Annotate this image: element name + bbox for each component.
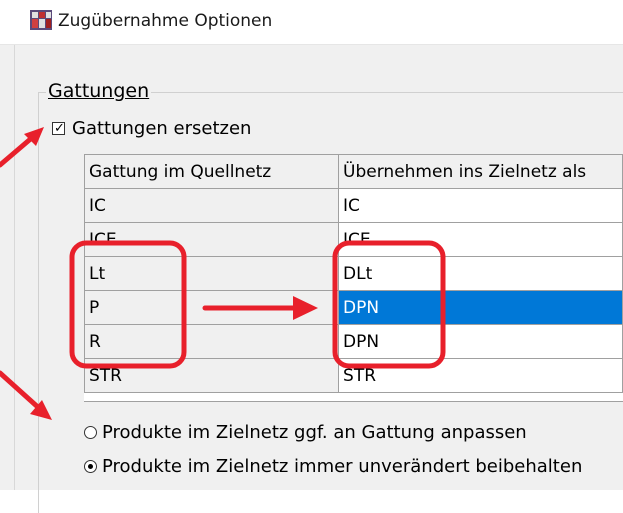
table-row-selected[interactable]: P DPN [84, 290, 623, 325]
grid-bottom-edge [84, 401, 623, 402]
source-cell[interactable]: STR [84, 358, 340, 393]
group-label: Gattungen [46, 80, 152, 102]
header-row: Gattung im Quellnetz Übernehmen ins Ziel… [84, 154, 623, 189]
title-bar: Zugübernahme Optionen [0, 0, 623, 45]
radio-button[interactable] [84, 426, 97, 439]
table-row[interactable]: R DPN [84, 324, 623, 359]
radio-dot-icon [88, 464, 93, 469]
target-cell[interactable]: ICE [338, 222, 623, 257]
radio-label: Produkte im Zielnetz immer unverändert b… [102, 456, 583, 477]
target-cell[interactable]: IC [338, 188, 623, 223]
target-cell[interactable]: STR [338, 358, 623, 393]
radio-label: Produkte im Zielnetz ggf. an Gattung anp… [102, 422, 527, 443]
checkmark-icon: ✓ [54, 120, 65, 135]
source-cell[interactable]: P [84, 290, 340, 325]
source-cell[interactable]: IC [84, 188, 340, 223]
radio-button-checked[interactable] [84, 460, 97, 473]
source-cell[interactable]: Lt [84, 256, 340, 291]
table-row[interactable]: IC IC [84, 188, 623, 223]
gattung-mapping-grid[interactable]: Gattung im Quellnetz Übernehmen ins Ziel… [84, 154, 623, 401]
checkbox-box[interactable]: ✓ [52, 120, 65, 135]
train-map-icon [30, 10, 52, 30]
target-cell-selected[interactable]: DPN [338, 290, 623, 325]
mapping-table: Gattung im Quellnetz Übernehmen ins Ziel… [84, 154, 623, 393]
column-header-target[interactable]: Übernehmen ins Zielnetz als [338, 154, 623, 189]
target-cell[interactable]: DLt [338, 256, 623, 291]
table-row[interactable]: Lt DLt [84, 256, 623, 291]
checkbox-label: Gattungen ersetzen [72, 118, 252, 139]
source-cell[interactable]: R [84, 324, 340, 359]
table-row[interactable]: ICE ICE [84, 222, 623, 257]
dialog-left-border [14, 45, 15, 490]
table-row[interactable]: STR STR [84, 358, 623, 393]
target-cell[interactable]: DPN [338, 324, 623, 359]
source-cell[interactable]: ICE [84, 222, 340, 257]
column-header-source[interactable]: Gattung im Quellnetz [84, 154, 340, 189]
window-title: Zugübernahme Optionen [58, 11, 273, 31]
